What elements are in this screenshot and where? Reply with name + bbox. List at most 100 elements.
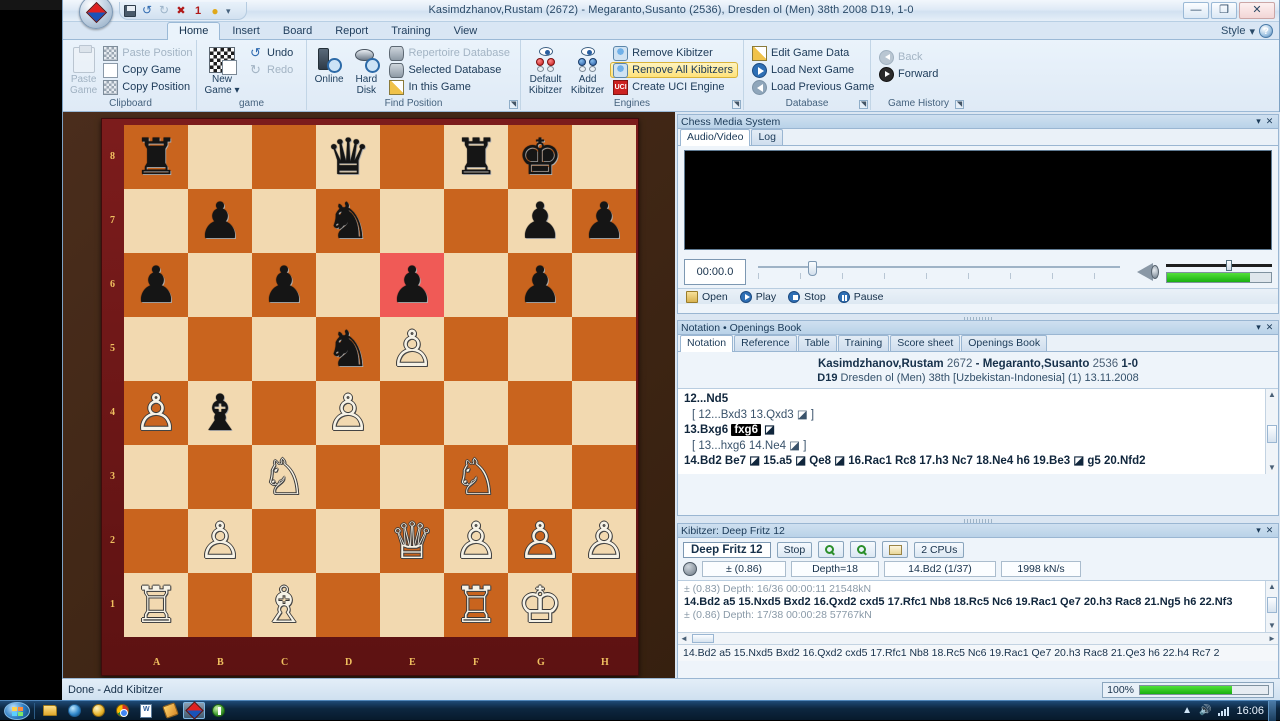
volume-tray-icon[interactable]: 🔊 bbox=[1199, 705, 1211, 716]
board-square-f7[interactable] bbox=[444, 189, 508, 253]
zoom-progress-bar[interactable] bbox=[1139, 684, 1269, 695]
taskbar-item-internet-explorer[interactable] bbox=[63, 702, 85, 719]
remove-all-kibitzers-button[interactable]: Remove All Kibitzers bbox=[610, 62, 738, 78]
engine-analysis-list[interactable]: ± (0.83) Depth: 16/36 00:00:11 21548kN 1… bbox=[678, 580, 1278, 632]
board-square-b3[interactable] bbox=[188, 445, 252, 509]
close-button[interactable]: ✕ bbox=[1239, 2, 1275, 19]
kibitzer-vertical-scrollbar[interactable]: ▲ ▼ bbox=[1265, 581, 1278, 632]
chess-piece-a4[interactable]: ♙ bbox=[124, 381, 188, 445]
board-square-e3[interactable] bbox=[380, 445, 444, 509]
board-square-c2[interactable] bbox=[252, 509, 316, 573]
media-panel-close-icon[interactable]: ✕ bbox=[1264, 116, 1275, 127]
hard-disk-search-button[interactable]: Hard Disk bbox=[349, 43, 383, 96]
zoom-out-button[interactable] bbox=[850, 541, 877, 558]
remove-kibitzer-button[interactable]: Remove Kibitzer bbox=[610, 45, 738, 61]
chess-piece-f2[interactable]: ♙ bbox=[444, 509, 508, 573]
chess-piece-f8[interactable]: ♜ bbox=[444, 125, 508, 189]
notation-move-list[interactable]: 12...Nd5 [ 12...Bxd3 13.Qxd3 ◪ ] 13.Bxg6… bbox=[678, 388, 1278, 474]
restore-button[interactable]: ❐ bbox=[1211, 2, 1237, 19]
tab-view[interactable]: View bbox=[443, 23, 489, 40]
board-square-e1[interactable] bbox=[380, 573, 444, 637]
kibitzer-horizontal-scrollbar[interactable]: ◄ ► bbox=[678, 632, 1278, 644]
chess-piece-d4[interactable]: ♙ bbox=[316, 381, 380, 445]
chess-piece-g7[interactable]: ♟ bbox=[508, 189, 572, 253]
kibitzer-panel-collapse-icon[interactable]: ▾ bbox=[1253, 525, 1264, 536]
customize-quick-access-icon[interactable]: ▾ bbox=[226, 5, 238, 17]
kibitzer-panel-close-icon[interactable]: ✕ bbox=[1264, 525, 1275, 536]
game-history-dialog-launcher[interactable]: ◥ bbox=[955, 100, 964, 109]
media-open-button[interactable]: Open bbox=[686, 290, 728, 303]
chess-piece-g1[interactable]: ♔ bbox=[508, 573, 572, 637]
tab-audio-video[interactable]: Audio/Video bbox=[680, 129, 751, 146]
board-square-h4[interactable] bbox=[572, 381, 636, 445]
board-square-f5[interactable] bbox=[444, 317, 508, 381]
notation-line[interactable]: 14.Bd2 Be7 ◪ 15.a5 ◪ Qe8 ◪ 16.Rac1 Rc8 1… bbox=[684, 454, 1260, 470]
chess-piece-b7[interactable]: ♟ bbox=[188, 189, 252, 253]
chess-piece-g2[interactable]: ♙ bbox=[508, 509, 572, 573]
board-square-c7[interactable] bbox=[252, 189, 316, 253]
undo-icon[interactable]: ↺ bbox=[141, 4, 153, 17]
show-desktop-button[interactable] bbox=[1268, 700, 1276, 721]
board-square-b6[interactable] bbox=[188, 253, 252, 317]
taskbar-item-chessbase[interactable] bbox=[183, 701, 205, 720]
history-forward-button[interactable]: Forward bbox=[876, 66, 943, 82]
board-square-g5[interactable] bbox=[508, 317, 572, 381]
copy-position-button[interactable]: Copy Position bbox=[100, 79, 197, 95]
tab-table[interactable]: Table bbox=[797, 335, 837, 351]
scroll-right-arrow-icon[interactable]: ► bbox=[1266, 633, 1278, 644]
selected-database-button[interactable]: Selected Database bbox=[386, 62, 515, 78]
board-square-b8[interactable] bbox=[188, 125, 252, 189]
board-square-c8[interactable] bbox=[252, 125, 316, 189]
redo-button[interactable]: ↻ Redo bbox=[245, 62, 298, 78]
scroll-left-arrow-icon[interactable]: ◄ bbox=[678, 633, 690, 644]
repertoire-database-button[interactable]: Repertoire Database bbox=[386, 45, 515, 61]
load-next-game-button[interactable]: Load Next Game bbox=[749, 62, 879, 78]
tab-notation[interactable]: Notation bbox=[680, 335, 734, 352]
taskbar-item-utility[interactable] bbox=[207, 702, 229, 719]
tab-board[interactable]: Board bbox=[272, 23, 323, 40]
board-square-b5[interactable] bbox=[188, 317, 252, 381]
move-prefix[interactable]: 13.Bxg6 bbox=[684, 424, 731, 436]
tab-openings-book[interactable]: Openings Book bbox=[961, 335, 1048, 351]
board-square-a3[interactable] bbox=[124, 445, 188, 509]
chess-piece-d8[interactable]: ♛ bbox=[316, 125, 380, 189]
notation-panel-collapse-icon[interactable]: ▾ bbox=[1253, 322, 1264, 333]
kibitzer-hscroll-thumb[interactable] bbox=[692, 634, 714, 643]
board-square-d2[interactable] bbox=[316, 509, 380, 573]
network-tray-icon[interactable] bbox=[1218, 706, 1230, 716]
tray-expand-icon[interactable]: ▲ bbox=[1182, 705, 1192, 716]
board-square-a5[interactable] bbox=[124, 317, 188, 381]
board-square-e7[interactable] bbox=[380, 189, 444, 253]
board-square-h5[interactable] bbox=[572, 317, 636, 381]
default-kibitzer-button[interactable]: Default Kibitzer bbox=[526, 43, 565, 96]
taskbar-clock[interactable]: 16:06 bbox=[1236, 705, 1264, 717]
tab-home[interactable]: Home bbox=[167, 22, 221, 41]
history-back-button[interactable]: Back bbox=[876, 49, 943, 65]
taskbar-item-chrome[interactable] bbox=[111, 702, 133, 719]
notation-line[interactable]: [ 13...hxg6 14.Ne4 ◪ ] bbox=[684, 439, 1260, 455]
in-this-game-button[interactable]: In this Game bbox=[386, 79, 515, 95]
scroll-down-arrow-icon[interactable]: ▼ bbox=[1266, 620, 1278, 632]
taskbar-item-explorer[interactable] bbox=[39, 702, 61, 719]
chess-piece-h7[interactable]: ♟ bbox=[572, 189, 636, 253]
chess-piece-b4[interactable]: ♝ bbox=[188, 381, 252, 445]
create-uci-engine-button[interactable]: UCI Create UCI Engine bbox=[610, 79, 738, 95]
chess-piece-a1[interactable]: ♖ bbox=[124, 573, 188, 637]
board-square-h3[interactable] bbox=[572, 445, 636, 509]
board-square-b1[interactable] bbox=[188, 573, 252, 637]
notation-line[interactable]: [ 12...Bxd3 13.Qxd3 ◪ ] bbox=[684, 408, 1260, 424]
engines-dialog-launcher[interactable]: ◥ bbox=[732, 100, 741, 109]
chess-piece-b2[interactable]: ♙ bbox=[188, 509, 252, 573]
engine-stop-button[interactable]: Stop bbox=[776, 541, 813, 558]
media-panel-collapse-icon[interactable]: ▾ bbox=[1253, 116, 1264, 127]
copy-game-button[interactable]: Copy Game bbox=[100, 62, 197, 78]
help-icon[interactable]: ? bbox=[1259, 24, 1273, 38]
board-square-h1[interactable] bbox=[572, 573, 636, 637]
notation-line[interactable]: 12...Nd5 bbox=[684, 392, 1260, 408]
taskbar-item-media-player[interactable] bbox=[87, 702, 109, 719]
start-button[interactable] bbox=[4, 701, 30, 720]
media-play-button[interactable]: Play bbox=[739, 290, 776, 303]
chess-piece-e5[interactable]: ♙ bbox=[380, 317, 444, 381]
chess-piece-c3[interactable]: ♘ bbox=[252, 445, 316, 509]
board-square-d1[interactable] bbox=[316, 573, 380, 637]
